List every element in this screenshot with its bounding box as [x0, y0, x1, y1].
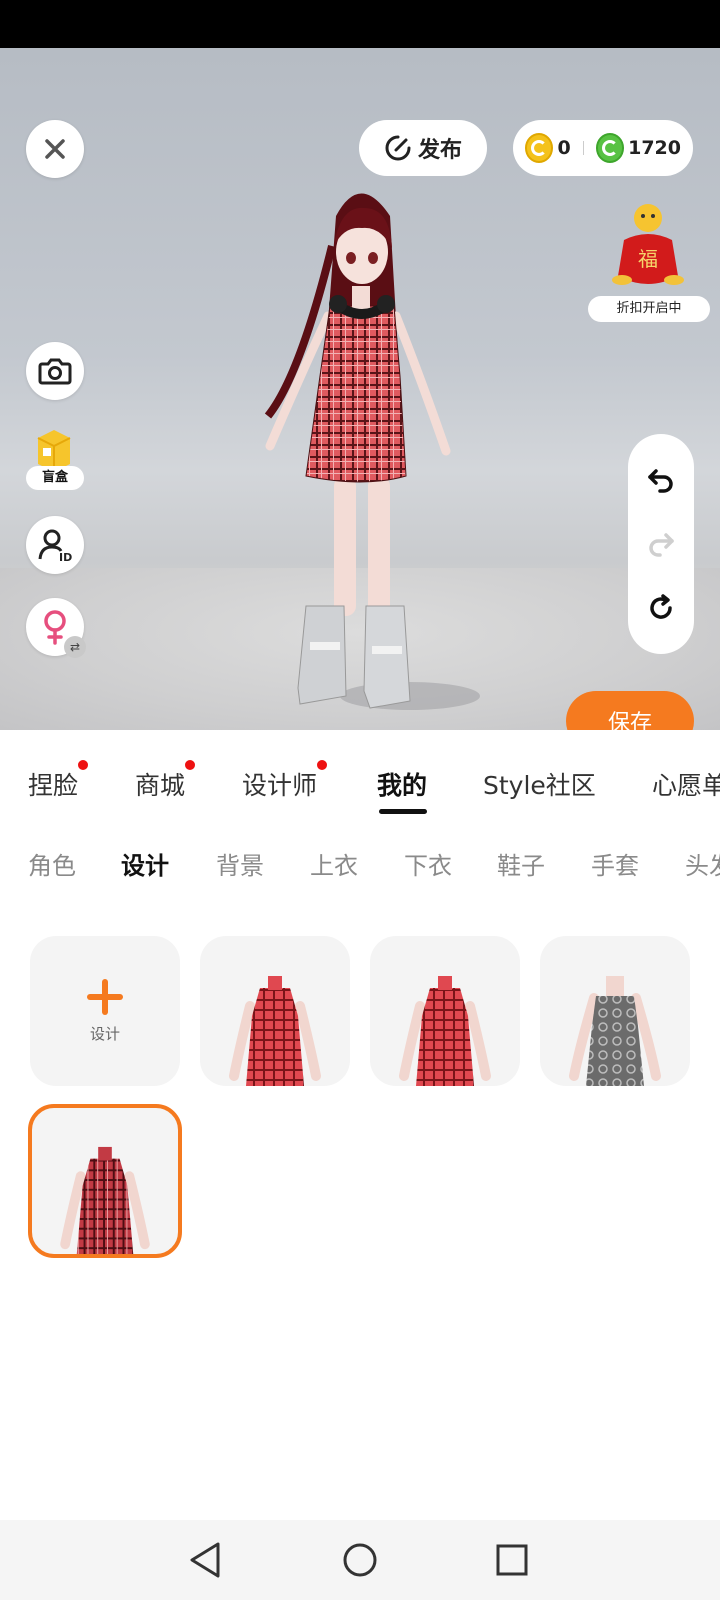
avatar-stage[interactable]: 发布 0 1720 福 折扣开启中 盲盒 ID ⇄ 保存 — [0, 48, 720, 730]
active-tab-indicator — [379, 809, 427, 814]
swap-icon: ⇄ — [64, 636, 86, 658]
close-button[interactable] — [26, 120, 84, 178]
publish-label: 发布 — [417, 138, 462, 163]
add-design-button[interactable]: 设计 — [30, 936, 180, 1086]
subtab-role[interactable]: 角色 — [28, 846, 76, 881]
gold-coin-count: 0 — [557, 137, 571, 159]
tab-mine[interactable]: 我的 — [377, 766, 427, 802]
status-bar — [0, 0, 720, 48]
add-design-label: 设计 — [89, 1024, 120, 1043]
recents-icon[interactable] — [496, 1544, 528, 1576]
close-icon — [45, 139, 65, 159]
home-icon[interactable] — [343, 1543, 377, 1577]
currency-balance[interactable]: 0 1720 — [513, 120, 693, 176]
red-plaid-dress-thumbnail — [229, 976, 321, 1086]
grey-lace-dress-thumbnail — [569, 976, 661, 1086]
blind-box-button[interactable]: 盲盒 — [26, 428, 86, 494]
currency-divider — [582, 141, 584, 155]
subtab-hair[interactable]: 头发 — [685, 846, 720, 881]
history-controls — [628, 434, 694, 654]
subtab-bottom[interactable]: 下衣 — [404, 846, 452, 881]
new-dot — [317, 760, 328, 770]
new-dot — [78, 760, 89, 770]
main-tabs: 捏脸 商城 设计师 我的 Style社区 心愿单 — [0, 746, 720, 816]
undo-icon[interactable] — [646, 465, 676, 495]
avatar-id-text: ID — [59, 551, 72, 563]
publish-icon — [385, 135, 411, 161]
red-plaid-dress-thumbnail — [399, 976, 491, 1086]
red-plaid-dress-thumbnail — [60, 1146, 150, 1254]
subtab-shoes[interactable]: 鞋子 — [497, 846, 545, 881]
publish-button[interactable]: 发布 — [359, 120, 487, 176]
design-item-selected[interactable] — [28, 1104, 182, 1258]
tab-face[interactable]: 捏脸 — [28, 760, 89, 802]
green-coin-count: 1720 — [628, 137, 681, 159]
avatar-character[interactable] — [240, 176, 480, 730]
subtab-gloves[interactable]: 手套 — [591, 846, 639, 881]
gender-switch-button[interactable]: ⇄ — [26, 598, 86, 658]
blind-box-label: 盲盒 — [26, 466, 84, 490]
promo-label: 折扣开启中 — [588, 296, 710, 322]
subtab-design[interactable]: 设计 — [121, 846, 169, 881]
design-item[interactable] — [540, 936, 690, 1086]
lucky-bag-icon: 福 — [612, 204, 684, 285]
new-dot — [185, 760, 196, 770]
reset-icon[interactable] — [646, 593, 676, 623]
design-item[interactable] — [200, 936, 350, 1086]
category-tabs: 角色 设计 背景 上衣 下衣 鞋子 手套 头发 — [0, 840, 720, 890]
system-nav-bar — [0, 1520, 720, 1600]
redo-icon[interactable] — [646, 529, 676, 559]
camera-button[interactable] — [26, 342, 84, 400]
tab-designer[interactable]: 设计师 — [242, 760, 328, 802]
design-item[interactable] — [370, 936, 520, 1086]
gold-coin-icon — [525, 133, 554, 163]
camera-icon — [38, 358, 72, 385]
avatar-id-button[interactable]: ID — [26, 516, 84, 574]
discount-promo[interactable]: 福 折扣开启中 — [588, 200, 710, 322]
tab-mall[interactable]: 商城 — [135, 760, 196, 802]
subtab-background[interactable]: 背景 — [216, 846, 264, 881]
green-coin-icon — [595, 133, 625, 163]
back-icon[interactable] — [190, 1542, 220, 1578]
tab-style-community[interactable]: Style社区 — [483, 766, 596, 802]
user-id-icon: ID — [38, 529, 72, 563]
save-button[interactable]: 保存 — [566, 691, 694, 730]
plus-icon — [87, 978, 123, 1015]
subtab-top[interactable]: 上衣 — [310, 846, 358, 881]
bag-char: 福 — [638, 247, 658, 271]
tab-wishlist[interactable]: 心愿单 — [652, 766, 720, 802]
